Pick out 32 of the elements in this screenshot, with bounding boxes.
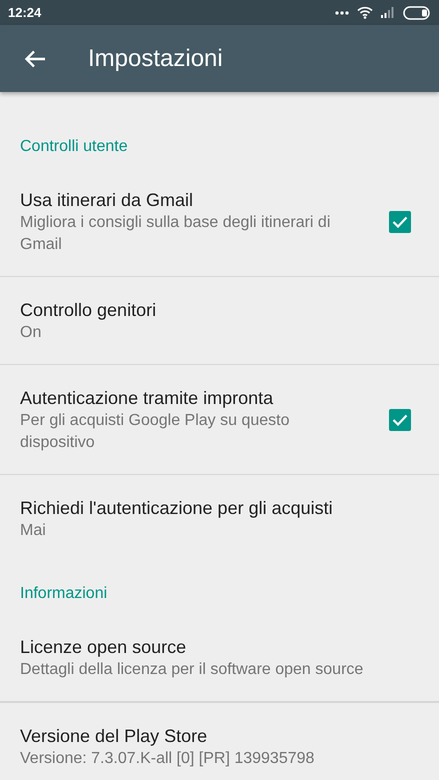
- item-summary: Dettagli della licenza per il software open source: [20, 660, 364, 680]
- settings-item[interactable]: Autenticazione tramite impronta Per gli acquisti Google Play su questo dispositivo: [0, 365, 439, 475]
- back-button[interactable]: [22, 48, 48, 70]
- settings-item[interactable]: Controllo genitori On: [0, 277, 439, 365]
- more-dots-icon: [335, 10, 349, 16]
- item-title: Licenze open source: [20, 636, 188, 659]
- checkbox[interactable]: [389, 211, 411, 233]
- checkbox[interactable]: [389, 409, 411, 431]
- signal-icon: [381, 7, 395, 18]
- item-title: Usa itinerari da Gmail: [20, 189, 194, 212]
- item-summary: On: [20, 323, 42, 343]
- item-summary: Migliora i consigli sulla base degli itinerari di Gmail: [20, 213, 332, 255]
- settings-item[interactable]: Usa itinerari da Gmail Migliora i consigli sulla base degli itinerari di Gmail: [0, 167, 439, 277]
- item-title: Richiedi l'autenticazione per gli acquisti: [20, 497, 334, 520]
- settings-item[interactable]: Versione del Play Store Versione: 7.3.07.K-all [0] [PR] 139935798: [0, 702, 439, 780]
- settings-item[interactable]: Licenze open source Dettagli della licenza per il software open source: [0, 614, 439, 702]
- check-icon: [392, 414, 408, 426]
- settings-item[interactable]: Richiedi l'autenticazione per gli acquisti Mai: [0, 475, 439, 562]
- item-title: Controllo genitori: [20, 299, 158, 322]
- battery-icon: [403, 6, 431, 20]
- item-summary: Mai: [20, 521, 47, 541]
- screen-title: Impostazioni: [88, 44, 223, 72]
- back-arrow-icon: [24, 50, 46, 68]
- item-title: Versione del Play Store: [20, 725, 208, 748]
- section-header: Controlli utente: [19, 137, 129, 157]
- clock: 12:24: [8, 5, 42, 20]
- item-title: Autenticazione tramite impronta: [20, 387, 274, 410]
- check-icon: [392, 216, 408, 228]
- item-summary: Versione: 7.3.07.K-all [0] [PR] 139935798: [20, 749, 316, 769]
- wifi-icon: [357, 6, 373, 19]
- item-summary: Per gli acquisti Google Play su questo dispositivo: [20, 411, 290, 453]
- section-header: Informazioni: [19, 584, 108, 604]
